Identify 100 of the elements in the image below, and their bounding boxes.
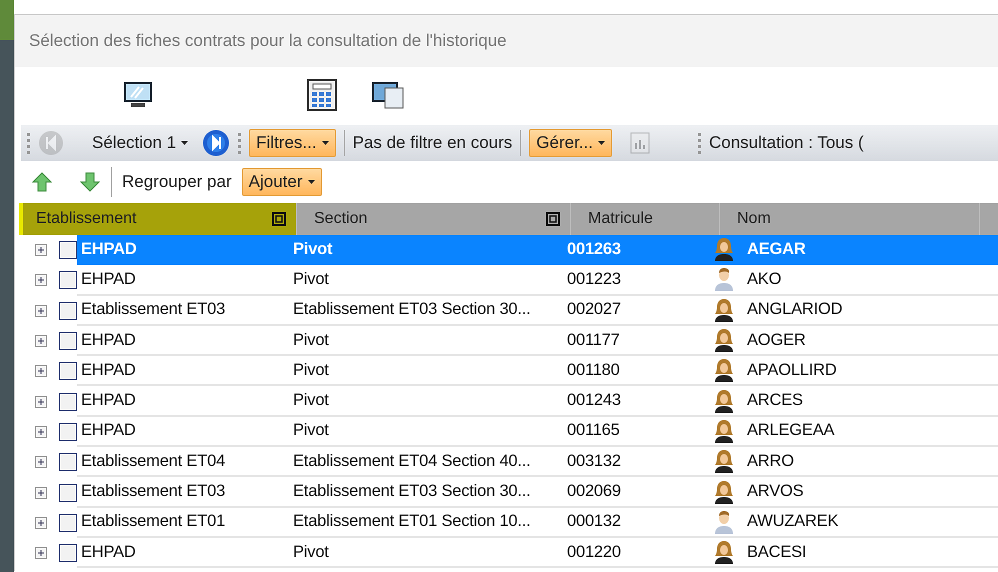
expand-icon[interactable] [35,304,47,317]
group-by-label: Regrouper par [122,172,232,192]
next-record-icon[interactable] [202,129,230,157]
row-checkbox[interactable] [59,302,77,320]
table-cell-text: EHPAD [81,542,137,562]
row-checkbox[interactable] [59,514,77,532]
table-cell-text: Etablissement ET01 [81,512,226,532]
table-row[interactable]: Etablissement ET03 Etablissement ET03 Section 30... 002069 ARVOS [77,477,998,508]
table-cell-text: 001177 [567,330,621,350]
grip-icon [27,132,30,154]
table-cell-text: ANGLARIOD [747,300,844,320]
column-chooser-icon[interactable] [272,212,286,226]
table-cell-text: 001223 [567,270,622,289]
table-cell-text: ARLEGEAA [747,421,836,440]
table-cell-text: AEGAR [747,240,807,259]
expand-icon[interactable] [35,547,47,560]
table-cell-text: 001165 [567,421,621,440]
row-checkbox[interactable] [59,544,77,562]
expand-icon[interactable] [35,516,47,529]
table-cell-text: AWUZAREK [747,512,840,532]
table-cell-text: 001263 [567,240,622,259]
table-cell-text: AKO [747,270,782,289]
table-cell-text: Pivot [293,360,330,380]
table-cell-text: ARVOS [747,482,804,502]
expand-icon[interactable] [35,486,47,499]
row-checkbox[interactable] [59,241,77,260]
table-row[interactable]: EHPAD Pivot 001220 BACESI [77,538,998,568]
table-cell-text: 003132 [567,452,622,471]
table-cell-text: 002069 [567,482,622,502]
table-cell-text: EHPAD [81,330,137,350]
table-cell-text: EHPAD [81,391,137,410]
caret-icon [322,141,329,145]
down-arrow-icon[interactable] [79,171,101,193]
table-row[interactable]: EHPAD Pivot 001263 AEGAR [77,235,998,266]
row-checkbox[interactable] [59,362,77,380]
expand-icon[interactable] [35,456,47,468]
row-checkbox[interactable] [59,422,77,441]
table-cell-text: APAOLLIRD [747,360,838,380]
table-row[interactable]: Etablissement ET04 Etablissement ET04 Section 40... 003132 ARRO [77,447,998,478]
filter-status: Pas de filtre en cours [352,133,512,153]
table-cell-text: ARRO [747,452,795,471]
table-cell-text: Etablissement ET01 Section 10... [293,512,532,532]
table-row[interactable]: EHPAD Pivot 001223 AKO [77,265,998,296]
table-cell-text: Etablissement ET03 [81,482,226,502]
grip-icon [238,132,242,154]
expand-icon[interactable] [35,396,47,408]
expand-icon[interactable] [35,274,47,286]
table-cell-text: EHPAD [81,360,137,380]
row-checkbox[interactable] [59,392,77,411]
table-row[interactable]: Etablissement ET03 Etablissement ET03 Section 30... 002027 ANGLARIOD [77,296,998,326]
table-cell-text: BACESI [747,542,808,562]
table-cell-text: Etablissement ET04 [81,452,226,471]
table-cell-text: EHPAD [81,270,137,289]
table-cell-text: ARCES [747,391,804,410]
grip-icon [698,132,701,154]
table-cell-text: EHPAD [81,240,138,259]
table-cell-text: Pivot [293,391,330,410]
expand-icon[interactable] [35,365,47,378]
add-dropdown[interactable]: Ajouter [242,168,322,196]
table-cell-text: Etablissement ET04 Section 40... [293,452,532,471]
manage-dropdown[interactable]: Gérer... [529,129,612,157]
table-row[interactable]: EHPAD Pivot 001180 APAOLLIRD [77,356,998,386]
column-chooser-icon[interactable] [546,212,560,226]
table-row[interactable]: EHPAD Pivot 001177 AOGER [77,326,998,356]
table-cell-text: Pivot [293,270,330,289]
table-cell-text: 001220 [567,542,622,562]
table-cell-text: Pivot [293,542,330,562]
table-cell-text: 000132 [567,512,622,532]
expand-icon[interactable] [35,244,47,256]
table-cell-text: AOGER [747,330,807,350]
table-row[interactable]: EHPAD Pivot 001165 ARLEGEAA [77,416,998,448]
table-cell-text: 001180 [567,360,621,380]
monitor-icon[interactable] [123,81,153,109]
table-cell-text: Etablissement ET03 [81,300,226,320]
caret-icon [308,180,314,184]
table-cell-text: Etablissement ET03 Section 30... [293,482,532,502]
table-cell-text: EHPAD [81,421,137,440]
table-row[interactable]: EHPAD Pivot 001243 ARCES [77,386,998,417]
table-cell-text: Pivot [293,240,334,259]
table-cell-text: Pivot [293,421,330,440]
table-cell-text: 001243 [567,391,622,410]
caret-icon [181,141,188,145]
column-header[interactable]: Etablissement [19,203,297,235]
table-row[interactable]: Etablissement ET01 Etablissement ET01 Section 10... 000132 AWUZAREK [77,508,998,538]
row-checkbox[interactable] [59,484,77,502]
row-checkbox[interactable] [59,453,77,472]
table-cell-text: Pivot [293,330,330,350]
selection-dropdown[interactable]: Sélection 1 [86,130,194,156]
window-title: Sélection des fiches contrats pour la consultation de l'historique [15,15,998,67]
table-cell-text: 002027 [567,300,622,320]
row-checkbox[interactable] [59,271,77,290]
expand-icon[interactable] [35,335,47,348]
filters-dropdown[interactable]: Filtres... [249,129,336,157]
windows-icon[interactable] [371,80,405,110]
calculator-icon[interactable] [307,79,337,111]
caret-icon [598,141,605,145]
expand-icon[interactable] [35,426,47,438]
up-arrow-icon[interactable] [31,171,53,193]
row-checkbox[interactable] [59,332,77,350]
consultation-label: Consultation : Tous ( [708,133,864,153]
